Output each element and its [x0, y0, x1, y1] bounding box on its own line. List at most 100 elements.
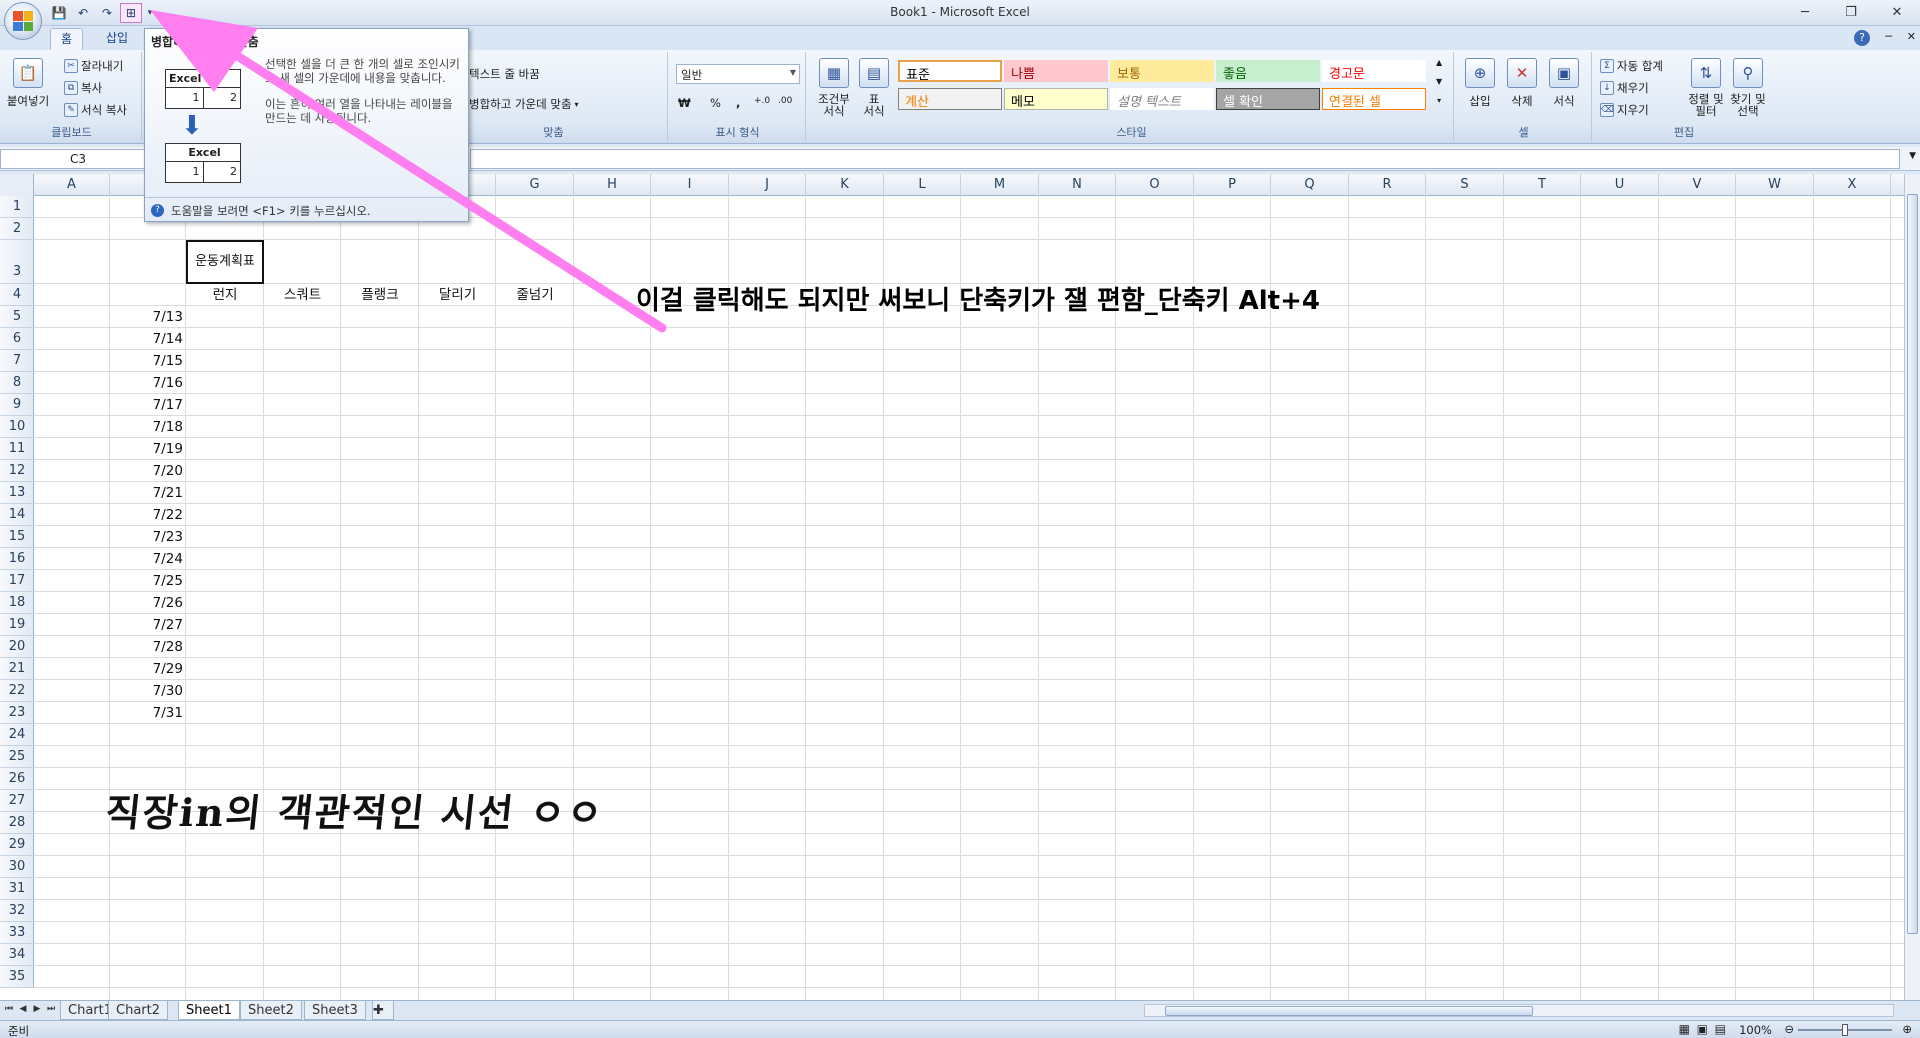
column-header-o[interactable]: O [1116, 174, 1194, 196]
currency-button[interactable]: ₩ [678, 96, 691, 110]
ribbon-minimize-icon[interactable]: ─ [1885, 30, 1892, 43]
date-cell[interactable]: 7/27 [110, 614, 186, 636]
vertical-scrollbar[interactable] [1904, 174, 1920, 1000]
row-header-6[interactable]: 6 [0, 328, 34, 350]
column-header-s[interactable]: S [1426, 174, 1504, 196]
date-cell[interactable]: 7/30 [110, 680, 186, 702]
row-header-10[interactable]: 10 [0, 416, 34, 438]
close-button[interactable]: ✕ [1874, 0, 1920, 24]
column-header-w[interactable]: W [1736, 174, 1814, 196]
column-header-q[interactable]: Q [1271, 174, 1349, 196]
row-header-13[interactable]: 13 [0, 482, 34, 504]
column-header-h[interactable]: H [574, 174, 651, 196]
zoom-out-icon[interactable]: ⊖ [1784, 1022, 1794, 1036]
name-box[interactable]: C3 [0, 149, 156, 169]
cell-style-swatch[interactable]: 경고문 [1322, 60, 1426, 82]
column-header-m[interactable]: M [961, 174, 1039, 196]
help-icon[interactable]: ? [1854, 30, 1870, 46]
sheet-tab-chart2[interactable]: Chart2 [108, 1001, 168, 1020]
ribbon-close-icon[interactable]: ✕ [1907, 30, 1916, 43]
date-cell[interactable]: 7/16 [110, 372, 186, 394]
delete-cells-button[interactable]: ✕ 삭제 [1502, 58, 1542, 109]
column-header-t[interactable]: T [1504, 174, 1581, 196]
row-header-14[interactable]: 14 [0, 504, 34, 526]
cell-style-swatch[interactable]: 셀 확인 [1216, 88, 1320, 110]
row-header-12[interactable]: 12 [0, 460, 34, 482]
row-header-16[interactable]: 16 [0, 548, 34, 570]
table-format-button[interactable]: ▤ 표 서식 [856, 58, 892, 117]
row-header-2[interactable]: 2 [0, 218, 34, 240]
horizontal-scrollbar[interactable] [1144, 1004, 1894, 1017]
number-format-select[interactable]: 일반 ▼ [676, 64, 800, 84]
sheet-tab-sheet1[interactable]: Sheet1 [178, 1001, 240, 1020]
row-header-25[interactable]: 25 [0, 746, 34, 768]
last-sheet-icon[interactable]: ⏭ [46, 1004, 56, 1016]
clear-button[interactable]: ⌫ 지우기 [1600, 102, 1649, 118]
date-cell[interactable]: 7/28 [110, 636, 186, 658]
date-cell[interactable]: 7/23 [110, 526, 186, 548]
column-header-k[interactable]: K [806, 174, 884, 196]
column-header-j[interactable]: J [729, 174, 806, 196]
sort-filter-button[interactable]: ⇅ 정렬 및 필터 [1686, 58, 1726, 117]
gallery-scroll[interactable]: ▲ ▼ ▾ [1436, 58, 1442, 105]
fill-button[interactable]: ↓ 채우기 [1600, 80, 1649, 96]
sheet-tab-sheet3[interactable]: Sheet3 [304, 1001, 366, 1020]
column-header-g[interactable]: G [496, 174, 574, 196]
conditional-format-button[interactable]: ▦ 조건부 서식 [816, 58, 852, 117]
date-cell[interactable]: 7/22 [110, 504, 186, 526]
formula-input[interactable] [470, 149, 1900, 169]
percent-button[interactable]: % [710, 96, 721, 110]
view-page-layout-icon[interactable]: ▣ [1697, 1022, 1708, 1036]
increase-decimal-button[interactable]: +.0 [754, 96, 770, 106]
insert-sheet-icon[interactable]: ✚ [372, 1001, 394, 1020]
column-header-x[interactable]: X [1814, 174, 1891, 196]
date-cell[interactable]: 7/26 [110, 592, 186, 614]
date-cell[interactable]: 7/15 [110, 350, 186, 372]
row-header-1[interactable]: 1 [0, 196, 34, 218]
scroll-down-icon[interactable]: ▼ [1436, 77, 1442, 86]
row-header-30[interactable]: 30 [0, 856, 34, 878]
date-cell[interactable]: 7/14 [110, 328, 186, 350]
restore-button[interactable]: ❐ [1828, 0, 1874, 24]
row-header-35[interactable]: 35 [0, 966, 34, 988]
view-normal-icon[interactable]: ▦ [1679, 1022, 1690, 1036]
header-cell[interactable]: 달리기 [419, 284, 496, 306]
first-sheet-icon[interactable]: ⏮ [4, 1004, 14, 1016]
header-cell[interactable]: 줄넘기 [496, 284, 574, 306]
row-header-15[interactable]: 15 [0, 526, 34, 548]
view-page-break-icon[interactable]: ▤ [1715, 1022, 1726, 1036]
row-header-29[interactable]: 29 [0, 834, 34, 856]
date-cell[interactable]: 7/13 [110, 306, 186, 328]
cell-style-swatch[interactable]: 보통 [1110, 60, 1214, 82]
tab-home[interactable]: 홈 [50, 28, 84, 50]
date-cell[interactable]: 7/25 [110, 570, 186, 592]
zoom-in-icon[interactable]: ⊕ [1902, 1022, 1912, 1036]
cut-button[interactable]: ✂ 잘라내기 [64, 58, 123, 74]
row-header-20[interactable]: 20 [0, 636, 34, 658]
row-header-7[interactable]: 7 [0, 350, 34, 372]
row-header-5[interactable]: 5 [0, 306, 34, 328]
row-header-33[interactable]: 33 [0, 922, 34, 944]
column-header-p[interactable]: P [1194, 174, 1271, 196]
header-cell[interactable]: 스쿼트 [264, 284, 341, 306]
prev-sheet-icon[interactable]: ◀ [18, 1004, 28, 1016]
copy-button[interactable]: ⧉ 복사 [64, 80, 102, 96]
column-header-v[interactable]: V [1659, 174, 1736, 196]
expand-formula-icon[interactable]: ▼ [1909, 151, 1916, 161]
column-header-u[interactable]: U [1581, 174, 1659, 196]
row-header-17[interactable]: 17 [0, 570, 34, 592]
column-header-r[interactable]: R [1349, 174, 1426, 196]
row-header-26[interactable]: 26 [0, 768, 34, 790]
zoom-slider-thumb[interactable] [1842, 1024, 1848, 1036]
tab-insert[interactable]: 삽입 [96, 28, 138, 50]
row-header-23[interactable]: 23 [0, 702, 34, 724]
zoom-level[interactable]: 100% [1739, 1023, 1772, 1037]
date-cell[interactable]: 7/17 [110, 394, 186, 416]
cell-style-swatch[interactable]: 표준 [898, 60, 1002, 82]
header-cell[interactable]: 플랭크 [341, 284, 419, 306]
row-header-21[interactable]: 21 [0, 658, 34, 680]
cell-style-swatch[interactable]: 설명 텍스트 [1110, 88, 1214, 110]
cell-style-swatch[interactable]: 나쁨 [1004, 60, 1108, 82]
paste-button[interactable]: 📋 붙여넣기 [7, 58, 49, 109]
row-header-32[interactable]: 32 [0, 900, 34, 922]
